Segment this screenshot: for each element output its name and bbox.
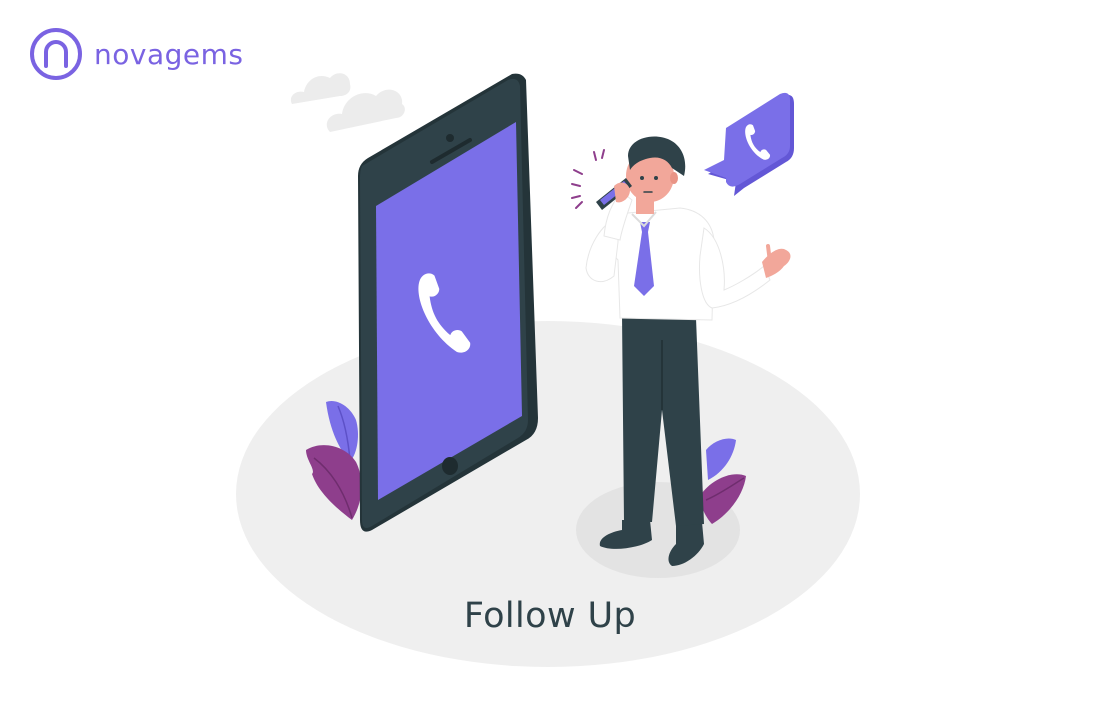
follow-up-illustration — [236, 73, 860, 667]
brand-name: novagems — [94, 37, 244, 71]
speech-bubble-phone-icon — [704, 92, 794, 196]
brand-header[interactable]: novagems — [28, 26, 243, 82]
illustration-canvas — [0, 0, 1100, 700]
phone-home-button — [442, 457, 458, 475]
ringing-marks — [571, 149, 605, 209]
cloud-icon — [290, 73, 405, 132]
ring-logo-icon — [30, 28, 82, 80]
caption-title: Follow Up — [463, 596, 637, 636]
phone-camera — [446, 134, 454, 142]
